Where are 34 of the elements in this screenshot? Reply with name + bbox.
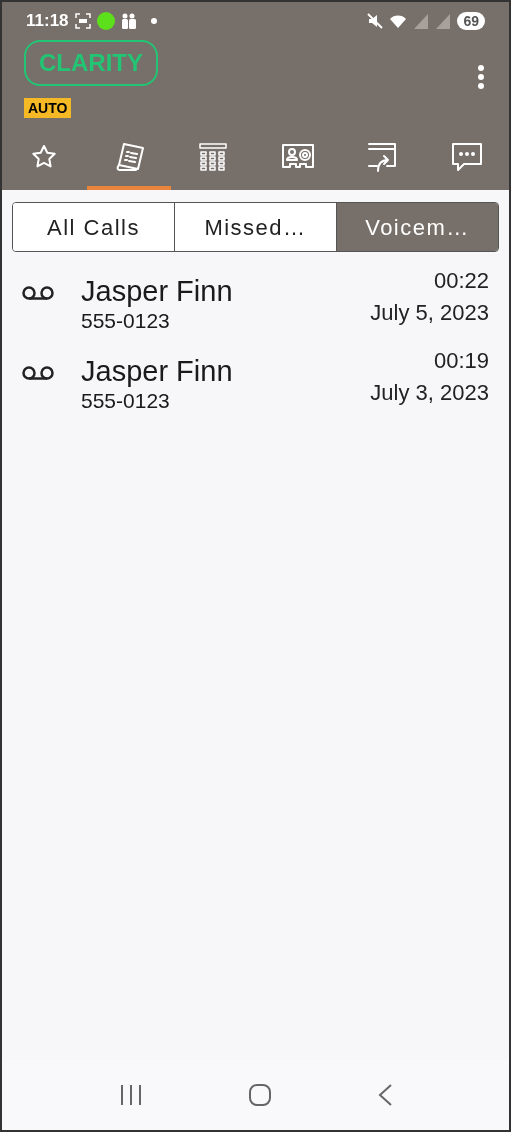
battery-indicator: 69 [457,12,485,30]
voicemail-duration: 00:19 [433,347,489,375]
window-arrow-icon [366,141,399,173]
back-icon[interactable] [376,1083,393,1107]
voicemail-icon [22,286,54,300]
caller-number: 555-0123 [81,388,171,414]
chat-bubble-icon [449,141,484,173]
app-logo: CLARITY [24,40,158,86]
voicemail-date: July 3, 2023 [370,379,489,407]
screenshot-icon [74,13,91,29]
signal-icon [413,13,430,29]
mute-icon [367,13,384,29]
filter-tab[interactable]: Voicem… [336,203,498,251]
more-options-icon[interactable] [477,64,485,90]
recording-indicator-icon [96,12,115,30]
caller-number: 555-0123 [81,308,171,334]
voicemail-duration: 00:22 [433,267,489,295]
voicemail-icon [22,366,54,380]
voicemail-date: July 5, 2023 [370,299,489,327]
filter-tab[interactable]: All Calls [13,203,174,251]
caller-name: Jasper Finn [81,354,233,388]
status-time: 11:18 [26,10,69,33]
keypad-icon [198,142,229,172]
recent-apps-icon[interactable] [118,1084,143,1106]
dot-icon [150,18,157,24]
wifi-icon [389,13,408,29]
people-icon [120,13,137,29]
signal-icon [435,13,452,29]
caller-name: Jasper Finn [81,274,233,308]
auto-badge: AUTO [24,98,72,118]
voicemail-row[interactable]: Jasper Finn 555-0123 00:22 July 5, 2023 [22,264,489,344]
filter-tab[interactable]: Missed… [174,203,336,251]
voicemail-row[interactable]: Jasper Finn 555-0123 00:19 July 3, 2023 [22,344,489,424]
home-icon[interactable] [247,1083,272,1107]
